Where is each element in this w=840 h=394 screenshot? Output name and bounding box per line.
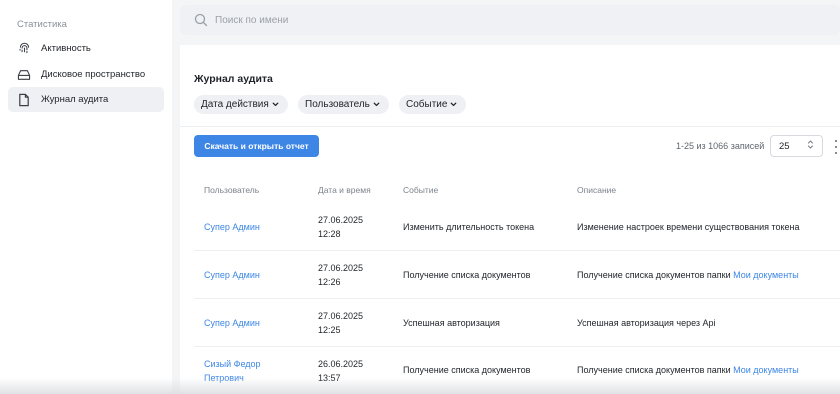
column-header-user[interactable]: Пользователь xyxy=(204,185,259,195)
folder-link[interactable]: Мои документы xyxy=(733,270,799,280)
row-date: 27.06.2025 xyxy=(318,311,364,321)
folder-link[interactable]: Мои документы xyxy=(733,365,799,375)
more-options-icon[interactable] xyxy=(832,140,840,154)
filter-date-action[interactable]: Дата действия xyxy=(194,95,288,114)
stepper-icon xyxy=(807,139,814,153)
row-description: Получение списка документов папки Мои до… xyxy=(577,270,799,280)
row-datetime: 27.06.2025 12:28 xyxy=(318,213,363,241)
search-bar xyxy=(180,5,840,35)
row-time: 12:28 xyxy=(318,229,341,239)
filter-label: Дата действия xyxy=(201,99,269,110)
sidebar-item-label: Журнал аудита xyxy=(41,94,109,105)
column-header-datetime[interactable]: Дата и время xyxy=(318,185,371,195)
pagination-info: 1-25 из 1066 записей xyxy=(676,141,765,151)
row-date: 26.06.2025 xyxy=(318,359,364,369)
user-link[interactable]: Супер Админ xyxy=(204,222,260,232)
download-report-button[interactable]: Скачать и открыть отчет xyxy=(194,135,319,157)
search-icon xyxy=(194,13,208,27)
sidebar-item-disk-space[interactable]: Дисковое пространство xyxy=(8,62,164,87)
row-time: 12:25 xyxy=(318,325,341,335)
divider xyxy=(180,126,840,127)
page-size-value: 25 xyxy=(779,140,790,152)
bottom-shadow xyxy=(0,378,840,394)
user-name-line: Сизый Федор xyxy=(204,359,261,369)
sidebar-section-title: Статистика xyxy=(17,19,67,30)
row-event: Изменить длительность токена xyxy=(403,222,535,232)
column-header-event[interactable]: Событие xyxy=(403,185,438,195)
row-event: Получение списка документов xyxy=(403,270,531,280)
search-input[interactable] xyxy=(215,14,715,26)
sidebar: Статистика Активность Дисковое пространс… xyxy=(0,0,172,394)
filter-label: Событие xyxy=(406,99,448,110)
row-description: Изменение настроек времени существования… xyxy=(577,222,800,232)
chevron-down-icon xyxy=(449,100,458,109)
filter-event[interactable]: Событие xyxy=(399,95,467,114)
description-text: Получение списка документов папки xyxy=(577,365,731,375)
description-text: Получение списка документов папки xyxy=(577,270,731,280)
row-datetime: 27.06.2025 12:26 xyxy=(318,261,363,289)
row-date: 27.06.2025 xyxy=(318,215,364,225)
row-datetime: 27.06.2025 12:25 xyxy=(318,309,363,337)
description-text: Изменение настроек времени существования… xyxy=(577,222,800,232)
sidebar-item-activity[interactable]: Активность xyxy=(8,36,164,61)
chevron-down-icon xyxy=(372,100,381,109)
sidebar-item-label: Дисковое пространство xyxy=(41,69,146,80)
hard-drive-icon xyxy=(16,67,32,83)
user-link[interactable]: Супер Админ xyxy=(204,318,260,328)
user-link[interactable]: Супер Админ xyxy=(204,270,260,280)
row-divider xyxy=(194,298,840,299)
row-event: Получение списка документов xyxy=(403,365,531,375)
document-icon xyxy=(16,92,32,108)
description-text: Успешная авторизация через Api xyxy=(577,318,716,328)
row-time: 12:26 xyxy=(318,277,341,287)
row-event: Успешная авторизация xyxy=(403,318,500,328)
sidebar-item-audit-log[interactable]: Журнал аудита xyxy=(8,87,164,112)
column-header-description[interactable]: Описание xyxy=(577,185,616,195)
main-panel: Журнал аудита Дата действия Пользователь… xyxy=(180,45,840,394)
sidebar-item-label: Активность xyxy=(41,43,91,54)
page-title: Журнал аудита xyxy=(194,73,273,85)
row-date: 27.06.2025 xyxy=(318,263,364,273)
page-size-select[interactable]: 25 xyxy=(770,135,823,157)
chevron-down-icon xyxy=(271,100,280,109)
filter-label: Пользователь xyxy=(305,99,370,110)
row-divider xyxy=(194,250,840,251)
row-divider xyxy=(194,346,840,347)
fingerprint-icon xyxy=(16,41,32,57)
filter-user[interactable]: Пользователь xyxy=(298,95,389,114)
row-description: Успешная авторизация через Api xyxy=(577,318,716,328)
row-description: Получение списка документов папки Мои до… xyxy=(577,365,799,375)
